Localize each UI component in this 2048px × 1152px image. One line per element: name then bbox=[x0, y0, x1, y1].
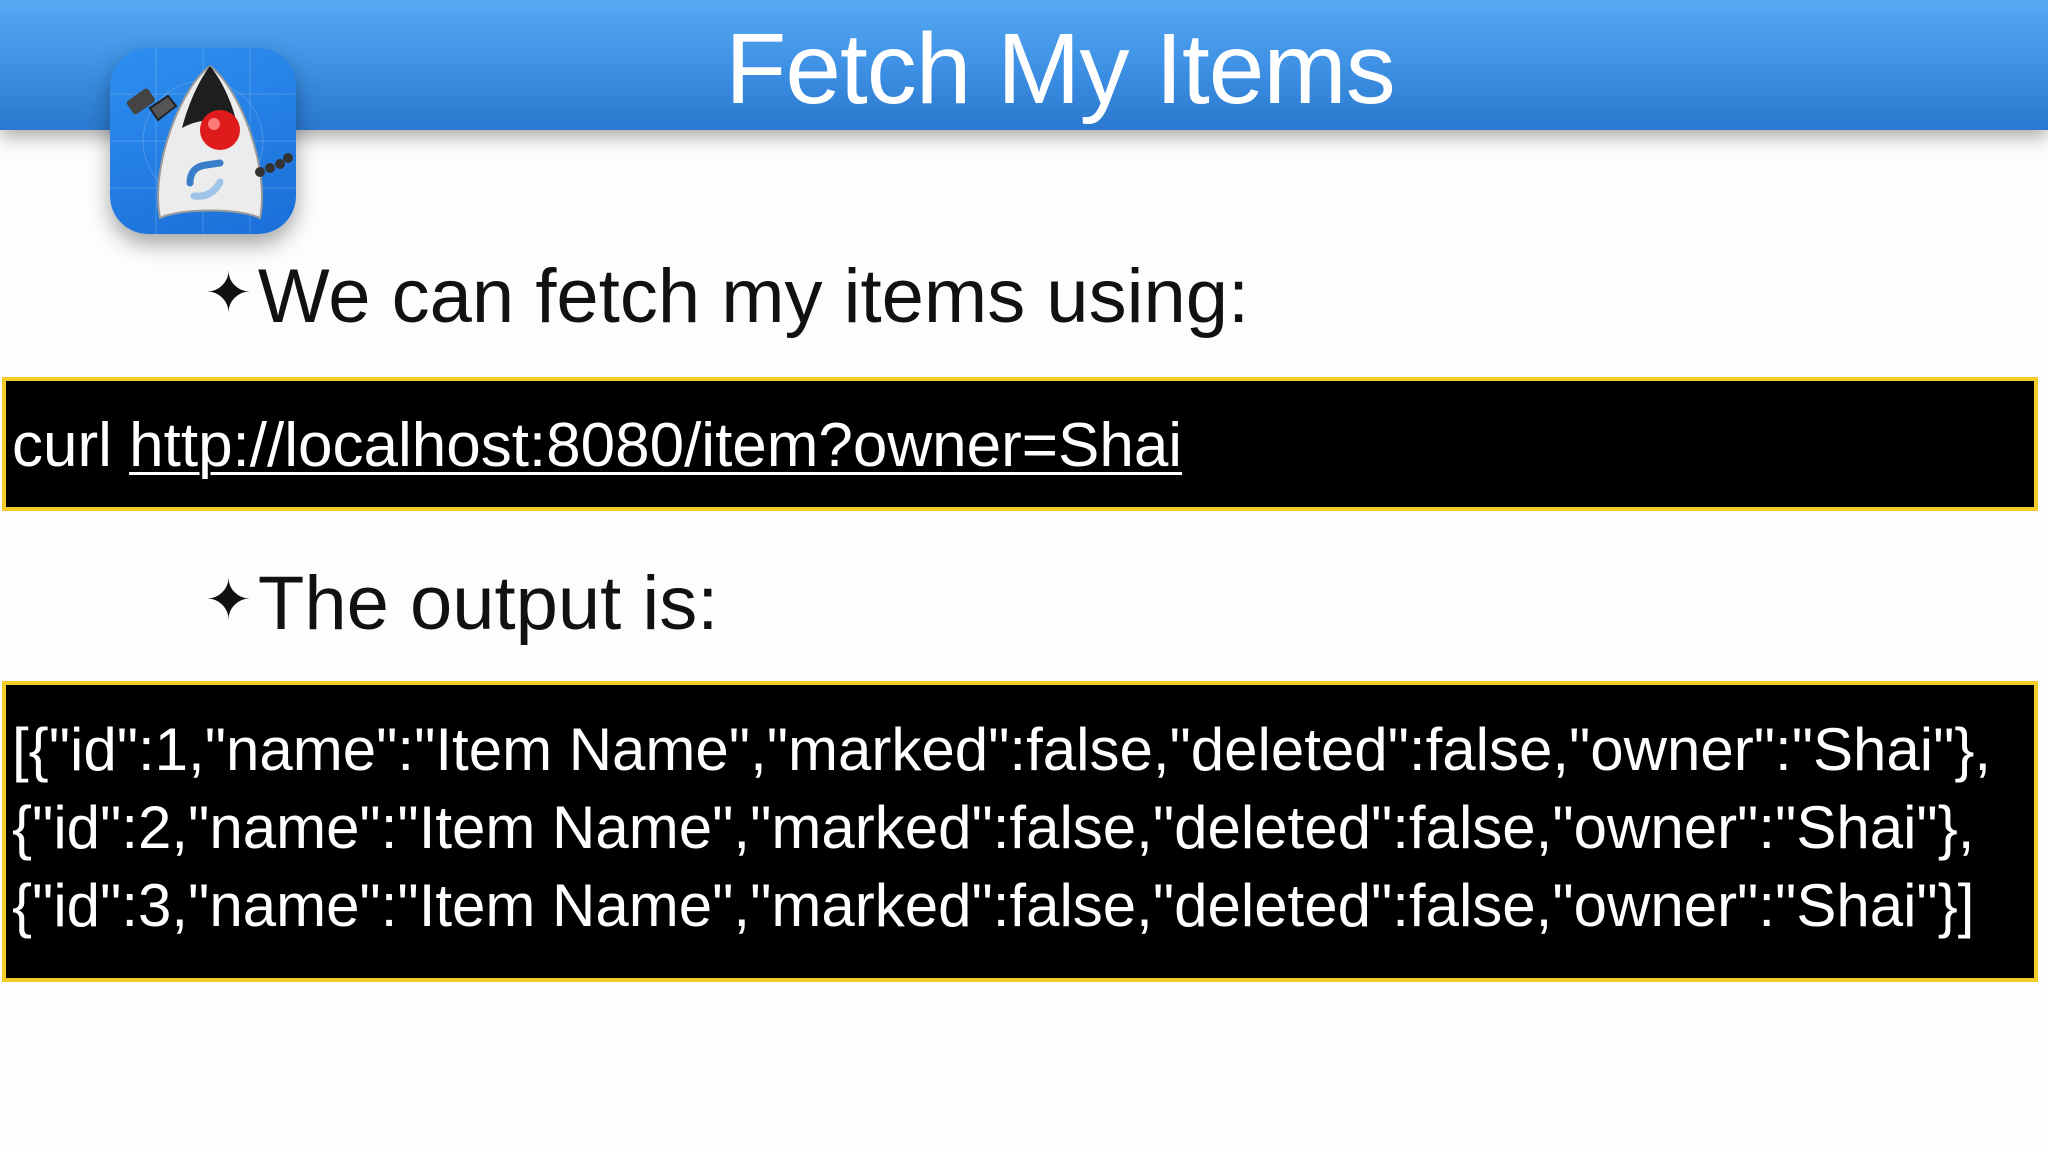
bullet-text: The output is: bbox=[257, 561, 719, 646]
command-url-link[interactable]: http://localhost:8080/item?owner=Shai bbox=[129, 411, 1182, 480]
four-pointed-star-icon: ✦ bbox=[205, 568, 252, 631]
bullet-text: We can fetch my items using: bbox=[257, 254, 1250, 339]
duke-mascot-app-icon bbox=[110, 48, 296, 234]
output-line: [{"id":1,"name":"Item Name","marked":fal… bbox=[12, 716, 1992, 783]
output-box: [{"id":1,"name":"Item Name","marked":fal… bbox=[2, 681, 2038, 982]
four-pointed-star-icon: ✦ bbox=[205, 261, 252, 324]
slide-title: Fetch My Items bbox=[725, 13, 1395, 125]
bullet-fetch-items: ✦We can fetch my items using: bbox=[205, 248, 1249, 342]
bullet-output: ✦The output is: bbox=[205, 555, 718, 649]
command-box: curl http://localhost:8080/item?owner=Sh… bbox=[2, 377, 2038, 511]
curl-command: curl http://localhost:8080/item?owner=Sh… bbox=[12, 411, 1182, 481]
header-bar: Fetch My Items bbox=[0, 0, 2048, 130]
output-line: {"id":2,"name":"Item Name","marked":fals… bbox=[12, 794, 1975, 861]
command-prefix: curl bbox=[12, 411, 130, 480]
output-line: {"id":3,"name":"Item Name","marked":fals… bbox=[12, 872, 1975, 939]
